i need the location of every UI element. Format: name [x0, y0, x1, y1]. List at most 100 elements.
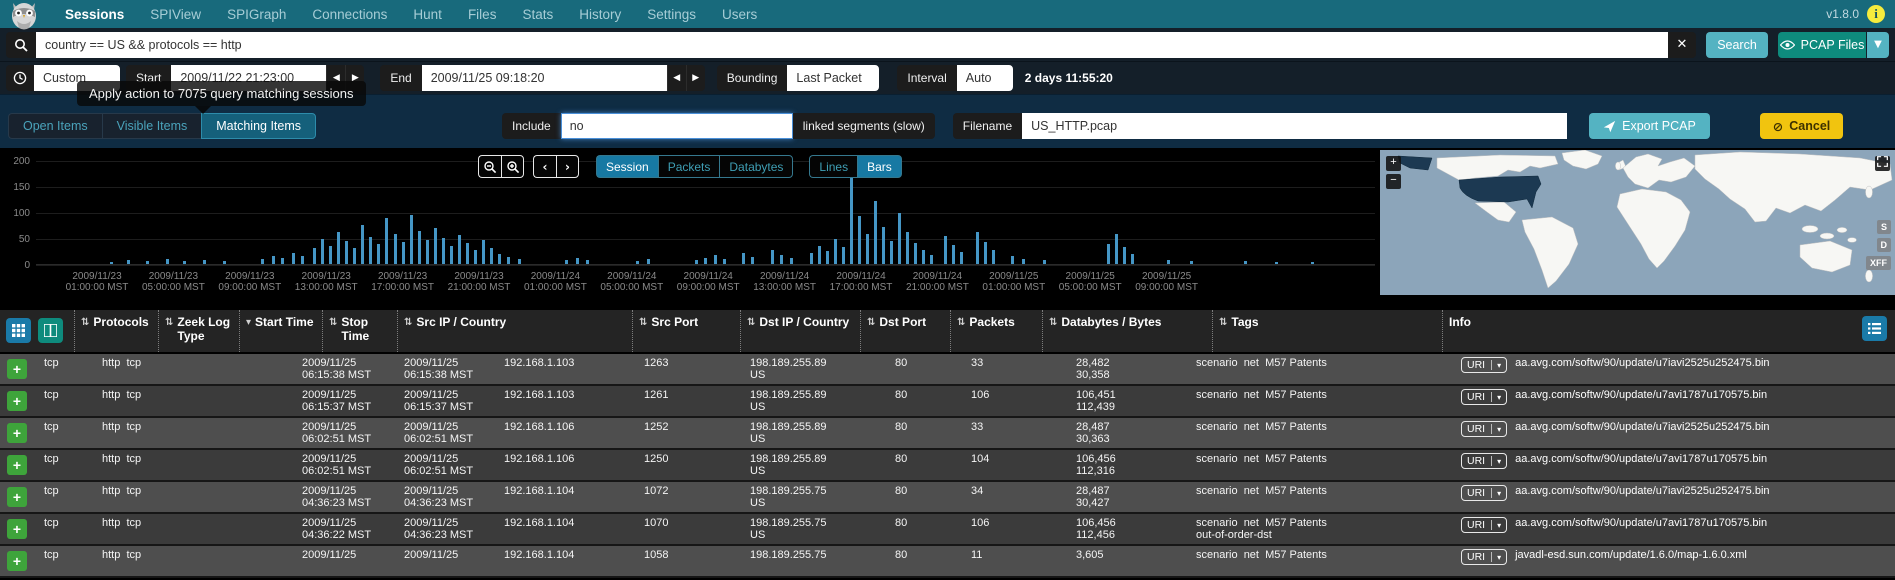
map-zoom-out-button[interactable]: −: [1386, 174, 1401, 189]
pcap-files-button[interactable]: PCAP Files: [1778, 31, 1866, 58]
expand-session-button[interactable]: +: [7, 359, 27, 379]
histogram-bar: [465, 243, 469, 264]
toggle-view-grid-icon[interactable]: [6, 318, 31, 343]
column-header-packets[interactable]: ⇅ Packets: [950, 310, 1042, 352]
zoom-in-icon[interactable]: [501, 155, 524, 178]
pan-right-icon[interactable]: ›: [556, 155, 579, 178]
sort-icon: ⇅: [81, 317, 90, 328]
uri-dropdown-button[interactable]: URI ▾: [1461, 357, 1508, 373]
nav-item-hunt[interactable]: Hunt: [402, 2, 453, 27]
end-step-forward-button[interactable]: ▶: [685, 65, 705, 91]
column-header-tags[interactable]: ⇅ Tags: [1212, 310, 1442, 352]
arkime-owl-logo[interactable]: [8, 1, 42, 31]
zoom-out-icon[interactable]: [478, 155, 501, 178]
column-header-zeek-log-type[interactable]: ⇅ Zeek Log Type: [158, 310, 239, 352]
chart-view-session[interactable]: Session: [596, 155, 658, 178]
cell-packets: 104: [971, 453, 990, 465]
nav-item-files[interactable]: Files: [457, 2, 508, 27]
histogram-bar: [984, 242, 987, 264]
interval-select[interactable]: Auto: [956, 65, 1013, 91]
uri-dropdown-button[interactable]: URI ▾: [1461, 549, 1508, 565]
expand-session-button[interactable]: +: [7, 519, 27, 539]
cell-packets: 33: [971, 421, 984, 433]
expand-session-button[interactable]: +: [7, 391, 27, 411]
column-header-src-ip-country[interactable]: ⇅ Src IP / Country: [397, 310, 632, 352]
expand-session-button[interactable]: +: [7, 487, 27, 507]
filename-input[interactable]: [1022, 113, 1568, 139]
session-uri-link[interactable]: aa.avg.com/softw/90/update/u7avi1787u170…: [1515, 517, 1767, 529]
nav-item-connections[interactable]: Connections: [301, 2, 398, 27]
histogram-bar: [497, 253, 501, 264]
nav-item-users[interactable]: Users: [711, 2, 768, 27]
chart-pan-buttons: ‹ ›: [533, 155, 579, 178]
world-map[interactable]: + − S D XFF: [1380, 150, 1895, 295]
timeline-chart: 0 50 100 150 200 2009/11/23 01:00:00 MST 2009…: [0, 148, 1895, 310]
nav-item-history[interactable]: History: [568, 2, 632, 27]
tab-matching-items[interactable]: Matching Items: [201, 113, 317, 139]
column-header-protocols[interactable]: ⇅ Protocols: [74, 310, 158, 352]
column-header-label: Databytes / Bytes: [1061, 315, 1162, 329]
nav-item-spigraph[interactable]: SPIGraph: [216, 2, 297, 27]
nav-item-settings[interactable]: Settings: [636, 2, 707, 27]
nav-item-stats[interactable]: Stats: [511, 2, 564, 27]
session-uri-link[interactable]: aa.avg.com/softw/90/update/u7iavi2525u25…: [1515, 485, 1769, 497]
nav-item-sessions[interactable]: Sessions: [54, 2, 135, 27]
column-header-dst-port[interactable]: ⇅ Dst Port: [860, 310, 950, 352]
include-segments-input[interactable]: [560, 113, 793, 139]
info-fields-icon[interactable]: [1862, 316, 1887, 341]
tab-visible-items[interactable]: Visible Items: [101, 113, 202, 139]
column-header-dst-ip-country[interactable]: ⇅ Dst IP / Country: [740, 310, 860, 352]
uri-dropdown-button[interactable]: URI ▾: [1461, 453, 1508, 469]
map-toggle-d[interactable]: D: [1876, 238, 1891, 252]
tab-open-items[interactable]: Open Items: [8, 113, 102, 139]
help-icon[interactable]: i: [1867, 5, 1885, 23]
uri-button-divider: [1491, 424, 1493, 434]
column-config-icon[interactable]: [38, 318, 63, 343]
pan-left-icon[interactable]: ‹: [533, 155, 556, 178]
map-zoom-in-button[interactable]: +: [1386, 156, 1401, 171]
session-uri-link[interactable]: aa.avg.com/softw/90/update/u7avi1787u170…: [1515, 453, 1767, 465]
end-time-input[interactable]: [421, 65, 667, 91]
cell-protocols: tcp: [44, 389, 59, 401]
end-step-back-button[interactable]: ◀: [666, 65, 686, 91]
column-header-start-time[interactable]: ▾ Start Time: [239, 310, 322, 352]
clear-search-button[interactable]: ✕: [1668, 31, 1696, 58]
chart-view-packets[interactable]: Packets: [657, 155, 720, 178]
chart-style-lines[interactable]: Lines: [809, 155, 858, 178]
bounding-select[interactable]: Last Packet: [787, 65, 880, 91]
column-header-src-port[interactable]: ⇅ Src Port: [632, 310, 740, 352]
chart-style-bars[interactable]: Bars: [857, 155, 902, 178]
cell-dst-ip: 198.189.255.75 US: [750, 517, 827, 541]
session-uri-link[interactable]: aa.avg.com/softw/90/update/u7iavi2525u25…: [1515, 421, 1769, 433]
column-header-databytes-bytes[interactable]: ⇅ Databytes / Bytes: [1042, 310, 1212, 352]
uri-dropdown-button[interactable]: URI ▾: [1461, 485, 1508, 501]
chart-view-databytes[interactable]: Databytes: [719, 155, 794, 178]
map-expand-icon[interactable]: [1875, 156, 1890, 171]
cell-dst-ip: 198.189.255.75: [750, 549, 827, 561]
pcap-dropdown-caret[interactable]: ▼: [1867, 31, 1889, 58]
expand-session-button[interactable]: +: [7, 423, 27, 443]
session-uri-link[interactable]: aa.avg.com/softw/90/update/u7avi1787u170…: [1515, 389, 1767, 401]
column-header-stop-time[interactable]: ⇅ Stop Time: [322, 310, 397, 352]
expand-session-button[interactable]: +: [7, 455, 27, 475]
expand-session-button[interactable]: +: [7, 551, 27, 571]
caret-down-icon: ▾: [1497, 360, 1502, 370]
uri-dropdown-button[interactable]: URI ▾: [1461, 517, 1508, 533]
session-uri-link[interactable]: javadl-esd.sun.com/update/1.6.0/map-1.6.…: [1515, 549, 1747, 561]
column-header-label: Packets: [969, 315, 1015, 329]
arkime-sessions-page: Sessions SPIView SPIGraph Connections Hunt Fi…: [0, 0, 1895, 580]
cancel-export-button[interactable]: ⊘ Cancel: [1759, 113, 1844, 139]
session-uri-link[interactable]: aa.avg.com/softw/90/update/u7iavi2525u25…: [1515, 357, 1769, 369]
map-toggle-xff[interactable]: XFF: [1866, 256, 1891, 270]
histogram-bar: [834, 239, 838, 264]
nav-item-spiview[interactable]: SPIView: [139, 2, 212, 27]
map-toggle-s[interactable]: S: [1876, 220, 1891, 234]
cell-databytes: 3,605: [1076, 549, 1104, 561]
uri-dropdown-button[interactable]: URI ▾: [1461, 421, 1508, 437]
histogram-bar: [1042, 260, 1046, 264]
search-button[interactable]: Search: [1706, 31, 1768, 58]
search-input[interactable]: [36, 31, 1668, 58]
cell-tags: scenario net M57 Patents: [1196, 389, 1327, 401]
uri-dropdown-button[interactable]: URI ▾: [1461, 389, 1508, 405]
export-pcap-button[interactable]: Export PCAP: [1589, 113, 1710, 139]
